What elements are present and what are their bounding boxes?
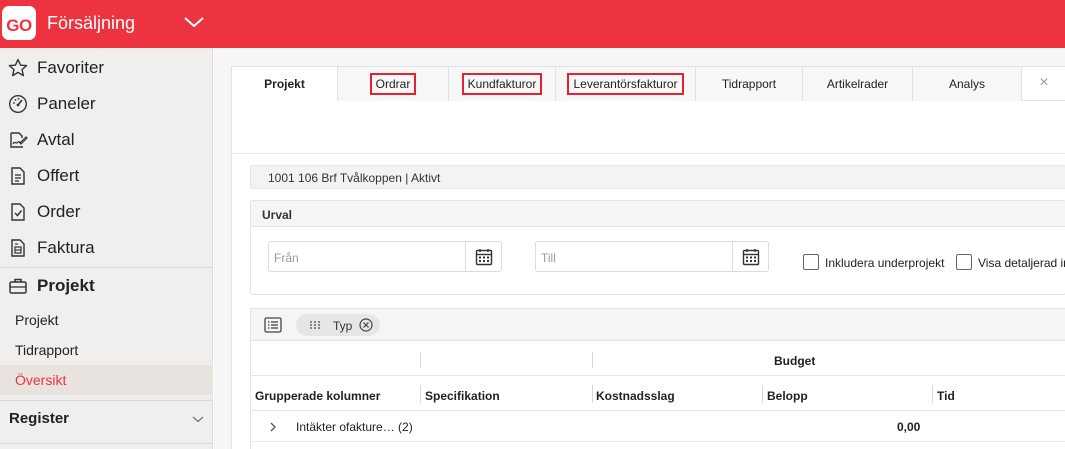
sidebar: Favoriter Paneler Avtal Offert Order Fak… xyxy=(0,48,213,449)
sidebar-item-order[interactable]: Order xyxy=(0,194,213,230)
tab-projekt[interactable]: Projekt xyxy=(232,67,338,101)
chevron-down-icon[interactable] xyxy=(183,15,205,29)
row-amount: 0,00 xyxy=(897,420,921,434)
calendar-icon xyxy=(475,249,493,266)
chip-label: Typ xyxy=(333,319,353,333)
sidebar-subitem-label: Tidrapport xyxy=(15,342,79,358)
sidebar-subitem-projekt[interactable]: Projekt xyxy=(0,305,213,335)
close-icon[interactable]: × xyxy=(1022,67,1065,101)
grid-toolbar: Typ xyxy=(251,309,1065,341)
selection-header: Urval xyxy=(251,201,1065,227)
include-subprojects-label: Inkludera underprojekt xyxy=(825,256,945,270)
tab-leverantorsfakturor[interactable]: Leverantörsfakturor xyxy=(556,67,696,101)
calendar-icon xyxy=(742,249,760,266)
tab-label: Ordrar xyxy=(369,73,417,95)
row-group-name: Intäkter ofakture… (2) xyxy=(296,420,413,434)
column-header-belopp[interactable]: Belopp xyxy=(767,389,808,403)
data-grid: Typ Budget Grupperade kolumner Specifika… xyxy=(250,308,1065,449)
sidebar-item-label: Avtal xyxy=(37,130,75,149)
sidebar-item-label: Offert xyxy=(37,166,80,185)
column-separator xyxy=(592,352,593,368)
grid-header-row: Grupperade kolumner Specifikation Kostna… xyxy=(251,377,1065,411)
show-detailed-label: Visa detaljerad in xyxy=(978,256,1065,270)
tab-label: Leverantörsfakturor xyxy=(567,73,684,95)
to-date-calendar-button[interactable] xyxy=(732,242,768,271)
include-subprojects-checkbox[interactable] xyxy=(803,254,819,270)
from-date-input[interactable]: Från xyxy=(268,241,502,272)
sidebar-item-label: Projekt xyxy=(37,276,95,295)
tab-kundfakturor[interactable]: Kundfakturor xyxy=(449,67,556,101)
column-header-tid[interactable]: Tid xyxy=(937,389,955,403)
sidebar-subitem-label: Översikt xyxy=(15,372,67,388)
budget-group-header: Budget xyxy=(774,354,816,368)
sidebar-item-label: Paneler xyxy=(37,94,96,113)
star-icon xyxy=(8,58,28,77)
sidebar-register-toggle[interactable]: Register xyxy=(0,403,213,439)
chevron-right-icon[interactable] xyxy=(269,422,277,432)
sidebar-item-paneler[interactable]: Paneler xyxy=(0,86,213,122)
sidebar-subitem-oversikt[interactable]: Översikt xyxy=(0,365,213,395)
column-header-grupperade[interactable]: Grupperade kolumner xyxy=(255,389,380,403)
group-by-chip-typ[interactable]: Typ xyxy=(296,314,380,336)
grid-group-header-row: Budget xyxy=(251,342,1065,376)
tab-ordrar[interactable]: Ordrar xyxy=(338,67,449,101)
chevron-down-icon xyxy=(192,416,204,423)
content-panel: Projekt Ordrar Kundfakturor Leverantörsf… xyxy=(231,66,1065,449)
sidebar-divider xyxy=(0,400,213,401)
sidebar-item-label: Faktura xyxy=(37,238,95,257)
column-header-specifikation[interactable]: Specifikation xyxy=(425,389,500,403)
tab-bar: Projekt Ordrar Kundfakturor Leverantörsf… xyxy=(232,67,1065,101)
app-title[interactable]: Försäljning xyxy=(47,13,135,34)
sidebar-item-label: Order xyxy=(37,202,81,221)
sidebar-item-offert[interactable]: Offert xyxy=(0,158,213,194)
sidebar-item-label: Favoriter xyxy=(37,58,105,77)
tab-label: Artikelrader xyxy=(826,77,889,91)
table-row[interactable]: Intäkter ofakture… (2) 0,00 xyxy=(251,412,1065,442)
column-header-kostnadsslag[interactable]: Kostnadsslag xyxy=(596,389,675,403)
gauge-icon xyxy=(8,94,28,114)
invoice-icon xyxy=(11,239,25,257)
show-detailed-checkbox[interactable] xyxy=(956,254,972,270)
selection-title: Urval xyxy=(262,208,293,222)
tab-analys[interactable]: Analys xyxy=(913,67,1022,101)
to-date-placeholder: Till xyxy=(541,251,556,265)
order-check-icon xyxy=(11,203,25,221)
tab-artikelrader[interactable]: Artikelrader xyxy=(803,67,913,101)
column-separator[interactable] xyxy=(592,385,593,403)
briefcase-icon xyxy=(9,278,27,294)
sidebar-item-favoriter[interactable]: Favoriter xyxy=(0,50,213,86)
sidebar-subitem-tidrapport[interactable]: Tidrapport xyxy=(0,335,213,365)
top-bar: GO Försäljning xyxy=(0,0,1065,48)
project-info-text: 1001 106 Brf Tvålkoppen | Aktivt xyxy=(268,171,441,185)
from-date-calendar-button[interactable] xyxy=(465,242,501,271)
list-icon[interactable] xyxy=(264,317,282,333)
column-separator[interactable] xyxy=(762,385,763,403)
divider xyxy=(232,153,1065,154)
selection-panel: Urval Från Till Inkludera underprojekt V… xyxy=(250,200,1065,295)
sidebar-divider xyxy=(0,443,213,444)
sidebar-item-faktura[interactable]: Faktura xyxy=(0,230,213,266)
tab-tidrapport[interactable]: Tidrapport xyxy=(696,67,803,101)
column-separator[interactable] xyxy=(420,385,421,403)
register-label: Register xyxy=(9,410,70,427)
remove-circle-icon[interactable] xyxy=(359,318,373,332)
tab-label: Analys xyxy=(948,77,986,91)
go-logo[interactable]: GO xyxy=(2,6,36,40)
document-icon xyxy=(11,167,25,185)
tab-label: Projekt xyxy=(264,77,305,91)
to-date-input[interactable]: Till xyxy=(535,241,769,272)
from-date-placeholder: Från xyxy=(274,251,299,265)
sidebar-subitem-label: Projekt xyxy=(15,312,59,328)
drag-grip-icon[interactable] xyxy=(309,320,321,330)
signature-icon xyxy=(10,132,28,148)
sidebar-item-avtal[interactable]: Avtal xyxy=(0,122,213,158)
tab-label: Kundfakturor xyxy=(461,73,543,95)
column-separator[interactable] xyxy=(932,385,933,403)
main-area: Projekt Ordrar Kundfakturor Leverantörsf… xyxy=(214,48,1065,449)
column-separator xyxy=(420,352,421,368)
project-info-bar: 1001 106 Brf Tvålkoppen | Aktivt xyxy=(250,165,1065,189)
sidebar-item-projekt[interactable]: Projekt xyxy=(0,268,213,304)
tab-label: Tidrapport xyxy=(721,77,777,91)
